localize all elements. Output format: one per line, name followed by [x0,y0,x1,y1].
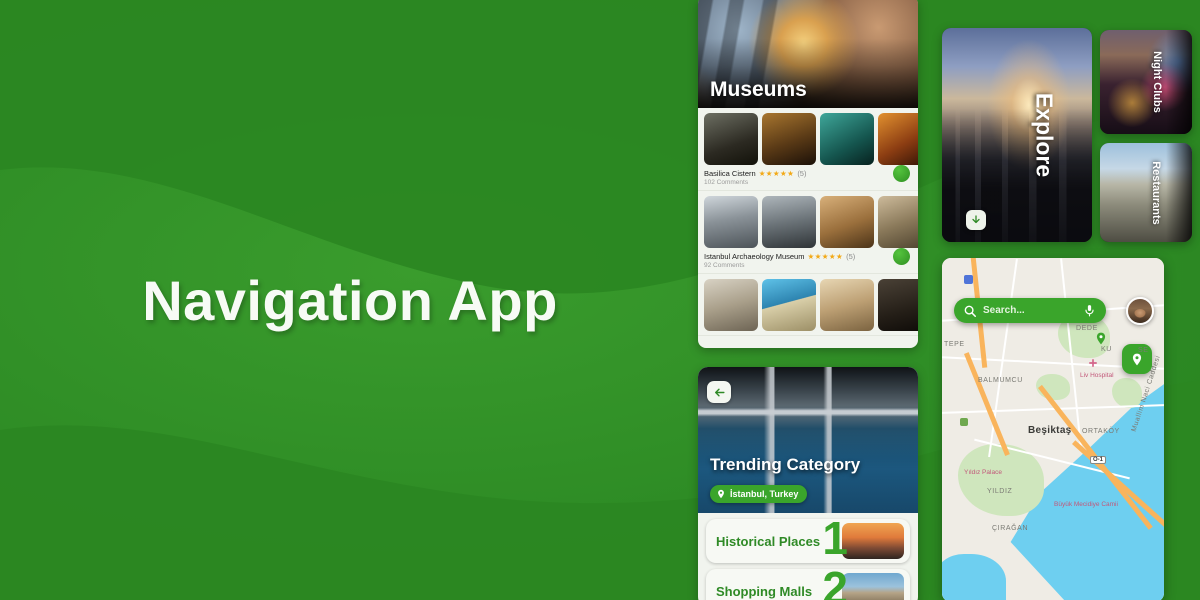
museums-hero: Museums [698,0,918,108]
list-item[interactable]: Historical Places 1 [706,519,910,563]
place-name: Istanbul Archaeology Museum [704,252,805,261]
rating-stars: ★★★★★ [807,252,844,261]
status-badge[interactable] [893,165,910,182]
map-place-label: SE [1138,347,1149,354]
arrow-left-icon [714,388,725,396]
trending-title: Trending Category [710,455,861,474]
thumbnail-strip [704,279,918,331]
category-thumbnail [842,523,904,559]
map-pin-icon [1096,332,1106,345]
hero-section: Navigation App [0,0,700,600]
rank-number: 1 [822,519,848,563]
place-thumbnail [820,113,874,165]
tile-gradient-overlay [1166,143,1192,242]
trending-category-card[interactable]: Trending Category İstanbul, Turkey Histo… [698,367,918,600]
map-place-label: Yıldız Palace [964,469,1002,476]
map-place-label: Beşiktaş [1028,425,1072,436]
search-input[interactable]: Search... [983,305,1025,316]
location-text: İstanbul, Turkey [730,489,799,499]
place-thumbnail [820,196,874,248]
museums-title: Museums [710,78,807,101]
comment-count: 102 Comments [704,179,749,186]
thumbnail-strip [704,196,918,248]
map-place-label: KU [1101,346,1112,353]
map-place-label: ÇIRAĞAN [992,525,1029,532]
place-thumbnail [762,113,816,165]
category-label: Historical Places [716,533,821,549]
trending-hero: Trending Category İstanbul, Turkey [698,367,918,513]
map-place-label: DEDE [1076,325,1098,332]
map-marker[interactable] [1094,330,1108,347]
table-row[interactable]: Basilica Cistern ★★★★★ (5) 102 Comments [698,108,918,191]
location-badge[interactable]: İstanbul, Turkey [710,485,808,503]
download-arrow-icon [972,215,980,224]
category-tile-restaurants[interactable]: Restaurants [1100,143,1192,242]
map-park-icon [960,418,968,426]
map-place-label: Büyük Mecidiye Camii [1054,501,1118,508]
search-bar[interactable]: Search... [954,298,1106,323]
list-item[interactable]: Shopping Malls 2 [706,569,910,600]
museums-card[interactable]: Museums Basilica Cistern ★★★★★ (5) 102 C… [698,0,918,348]
thumbnail-strip [704,113,918,165]
rating-value: (5) [797,169,807,178]
map-road-shield: O-1 [1090,456,1107,464]
map-place-label: ORTAKÖY [1082,428,1120,435]
category-tile-night-clubs[interactable]: Night Clubs [1100,30,1192,134]
map-place-label: YILDIZ [987,488,1013,495]
place-thumbnail [878,279,918,331]
back-button[interactable] [707,381,731,403]
map-park-area [1112,378,1142,408]
category-label: Shopping Malls [716,583,813,599]
microphone-icon[interactable] [1083,303,1096,318]
place-thumbnail [762,196,816,248]
tile-gradient-overlay [1166,30,1192,134]
search-icon [964,305,977,317]
hospital-icon [1089,359,1097,367]
place-thumbnail [820,279,874,331]
download-button[interactable] [966,210,986,230]
place-meta: Basilica Cistern ★★★★★ (5) [704,169,912,178]
rating-stars: ★★★★★ [758,169,795,178]
place-thumbnail [878,196,918,248]
table-row[interactable]: Istanbul Archaeology Museum ★★★★★ (5) 92… [698,191,918,274]
page-title: Navigation App [142,268,558,332]
avatar[interactable] [1126,297,1154,325]
place-thumbnail [762,279,816,331]
status-badge[interactable] [893,248,910,265]
map-card[interactable]: O-1 Muallim Naci Caddesi Search... Beşik… [942,258,1164,600]
map-pin-icon [718,489,724,499]
explore-card[interactable]: Explore [942,28,1092,242]
map-place-label: Liv Hospital [1080,372,1114,379]
place-thumbnail [704,113,758,165]
place-name: Basilica Cistern [704,169,756,178]
map-place-label: BALMUMCU [978,377,1023,384]
rating-value: (5) [846,252,856,261]
map-place-label: TEPE [944,341,965,348]
place-thumbnail [704,279,758,331]
place-meta: Istanbul Archaeology Museum ★★★★★ (5) [704,252,912,261]
place-thumbnail [704,196,758,248]
explore-label: Explore [1031,92,1058,178]
comment-count: 92 Comments [704,262,745,269]
explore-image [942,28,1092,242]
tile-label: Restaurants [1150,160,1163,225]
tile-label: Night Clubs [1151,51,1164,113]
rank-number: 2 [822,569,848,600]
category-thumbnail [842,573,904,600]
place-thumbnail [878,113,918,165]
map-transit-icon [964,275,973,284]
table-row[interactable] [698,274,918,336]
